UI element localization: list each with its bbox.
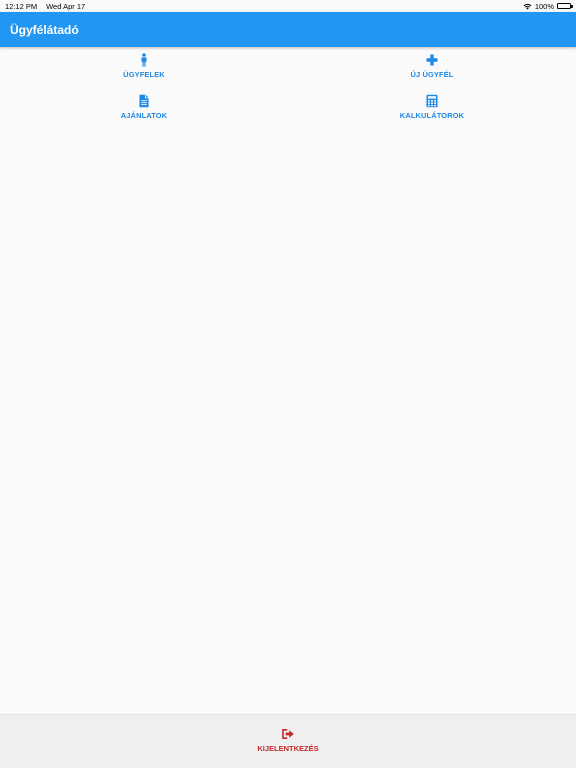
- person-icon: [141, 53, 147, 67]
- battery-icon: [557, 3, 573, 9]
- status-date: Wed Apr 17: [46, 1, 86, 11]
- footer-bar: KIJELENTKEZÉS: [0, 714, 576, 768]
- new-client-button[interactable]: ÚJ ÜGYFÉL: [372, 53, 492, 83]
- new-client-label: ÚJ ÜGYFÉL: [410, 70, 454, 79]
- document-icon: [139, 94, 149, 108]
- logout-label: KIJELENTKEZÉS: [257, 744, 319, 753]
- battery-percent: 100%: [534, 1, 554, 11]
- plus-icon: [426, 54, 438, 66]
- logout-icon: [282, 729, 294, 739]
- page-title: Ügyfélátadó: [10, 22, 79, 37]
- app-bar: Ügyfélátadó: [0, 12, 576, 47]
- logout-button[interactable]: KIJELENTKEZÉS: [228, 727, 348, 757]
- clients-label: ÜGYFELEK: [123, 70, 165, 79]
- status-time: 12:12 PM: [5, 1, 38, 11]
- offers-button[interactable]: AJÁNLATOK: [84, 94, 204, 124]
- offers-label: AJÁNLATOK: [120, 111, 168, 120]
- wifi-icon: [523, 3, 532, 9]
- clients-button[interactable]: ÜGYFELEK: [84, 53, 204, 83]
- status-bar: 12:12 PM Wed Apr 17 100%: [0, 0, 576, 12]
- calculators-label: KALKULÁTOROK: [399, 111, 465, 120]
- calculators-button[interactable]: KALKULÁTOROK: [372, 94, 492, 124]
- calculator-icon: [426, 94, 438, 108]
